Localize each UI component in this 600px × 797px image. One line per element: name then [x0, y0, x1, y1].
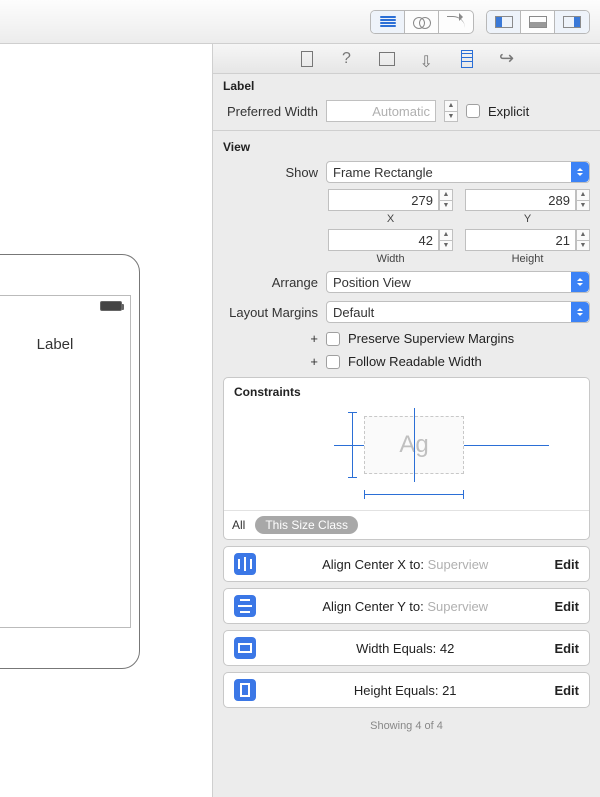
width-input[interactable]: 42 — [328, 229, 439, 251]
constraints-box: Constraints Ag All This Siz — [223, 377, 590, 540]
inspector-tabs: ? — [213, 44, 600, 74]
preserve-superview-checkbox[interactable] — [326, 332, 340, 346]
chevron-updown-icon — [571, 272, 589, 292]
preferred-width-stepper[interactable]: ▲▼ — [444, 100, 458, 122]
add-variation-button-2[interactable]: + — [223, 354, 318, 369]
follow-readable-checkbox[interactable] — [326, 355, 340, 369]
device-frame: Label — [0, 254, 140, 669]
height-input[interactable]: 21 — [465, 229, 576, 251]
y-stepper[interactable]: ▲▼ — [576, 189, 590, 211]
canvas-area[interactable]: Label — [0, 44, 213, 797]
assistant-editor-button[interactable] — [405, 11, 439, 33]
panel-toggle-segment — [486, 10, 590, 34]
x-caption: X — [387, 213, 394, 225]
constraint-item[interactable]: Width Equals: 42 Edit — [223, 630, 590, 666]
battery-icon — [100, 301, 122, 311]
constraint-center-x-icon — [234, 553, 256, 575]
down-arrow-icon — [420, 52, 434, 66]
view-section-title: View — [213, 135, 600, 157]
constraint-text: Align Center X to: Superview — [266, 557, 544, 572]
identity-inspector-tab[interactable] — [377, 49, 397, 69]
layout-margins-dropdown[interactable]: Default — [326, 301, 590, 323]
constraints-diagram[interactable]: Ag — [224, 402, 589, 510]
constraints-footer: Showing 4 of 4 — [213, 714, 600, 742]
constraint-item[interactable]: Align Center X to: Superview Edit — [223, 546, 590, 582]
constraints-tab-sizeclass[interactable]: This Size Class — [255, 516, 358, 534]
constraint-item[interactable]: Align Center Y to: Superview Edit — [223, 588, 590, 624]
connections-inspector-tab[interactable] — [497, 49, 517, 69]
preserve-superview-label: Preserve Superview Margins — [348, 331, 514, 346]
standard-editor-button[interactable] — [371, 11, 405, 33]
constraint-width-icon — [234, 637, 256, 659]
constraint-item[interactable]: Height Equals: 21 Edit — [223, 672, 590, 708]
constraint-height-icon — [234, 679, 256, 701]
file-inspector-tab[interactable] — [297, 49, 317, 69]
explicit-label: Explicit — [488, 104, 529, 119]
constraint-text: Width Equals: 42 — [266, 641, 544, 656]
lines-icon — [380, 16, 396, 28]
constraint-edit-button[interactable]: Edit — [554, 599, 579, 614]
y-caption: Y — [524, 213, 531, 225]
constraint-edit-button[interactable]: Edit — [554, 641, 579, 656]
editor-mode-segment — [370, 10, 474, 34]
attributes-inspector-tab[interactable] — [417, 49, 437, 69]
explicit-checkbox[interactable] — [466, 104, 480, 118]
x-stepper[interactable]: ▲▼ — [439, 189, 453, 211]
size-inspector-tab[interactable] — [457, 49, 477, 69]
venn-icon — [413, 15, 431, 29]
card-icon — [379, 52, 395, 66]
y-input[interactable]: 289 — [465, 189, 576, 211]
right-panel-icon — [563, 16, 581, 28]
toggle-utilities-button[interactable] — [555, 11, 589, 33]
chevron-updown-icon — [571, 162, 589, 182]
toggle-debug-button[interactable] — [521, 11, 555, 33]
ruler-icon — [461, 50, 473, 68]
x-input[interactable]: 279 — [328, 189, 439, 211]
preferred-width-input[interactable]: Automatic — [326, 100, 436, 122]
show-label: Show — [223, 165, 318, 180]
arrow-loop-icon — [447, 16, 465, 28]
arrange-label: Arrange — [223, 275, 318, 290]
constraint-text: Height Equals: 21 — [266, 683, 544, 698]
document-icon — [301, 51, 313, 67]
width-stepper[interactable]: ▲▼ — [439, 229, 453, 251]
constraint-text: Align Center Y to: Superview — [266, 599, 544, 614]
question-icon: ? — [342, 50, 351, 68]
constraints-title: Constraints — [224, 378, 589, 402]
constraints-tab-all[interactable]: All — [232, 518, 245, 532]
toggle-navigator-button[interactable] — [487, 11, 521, 33]
height-caption: Height — [512, 253, 544, 265]
show-dropdown[interactable]: Frame Rectangle — [326, 161, 590, 183]
width-caption: Width — [376, 253, 404, 265]
add-variation-button[interactable]: + — [223, 331, 318, 346]
preferred-width-label: Preferred Width — [223, 104, 318, 119]
constraint-edit-button[interactable]: Edit — [554, 683, 579, 698]
chevron-updown-icon — [571, 302, 589, 322]
right-arrow-icon — [499, 48, 514, 69]
window-toolbar — [0, 0, 600, 44]
bottom-panel-icon — [529, 16, 547, 28]
inspector-panel: ? Label Preferred Width Automatic ▲▼ Exp… — [213, 44, 600, 797]
arrange-dropdown[interactable]: Position View — [326, 271, 590, 293]
help-inspector-tab[interactable]: ? — [337, 49, 357, 69]
label-section-title: Label — [213, 74, 600, 96]
height-stepper[interactable]: ▲▼ — [576, 229, 590, 251]
device-screen: Label — [0, 295, 131, 628]
constraint-center-y-icon — [234, 595, 256, 617]
version-editor-button[interactable] — [439, 11, 473, 33]
left-panel-icon — [495, 16, 513, 28]
layout-margins-label: Layout Margins — [223, 305, 318, 320]
constraint-edit-button[interactable]: Edit — [554, 557, 579, 572]
canvas-label-element[interactable]: Label — [0, 336, 130, 353]
follow-readable-label: Follow Readable Width — [348, 354, 482, 369]
